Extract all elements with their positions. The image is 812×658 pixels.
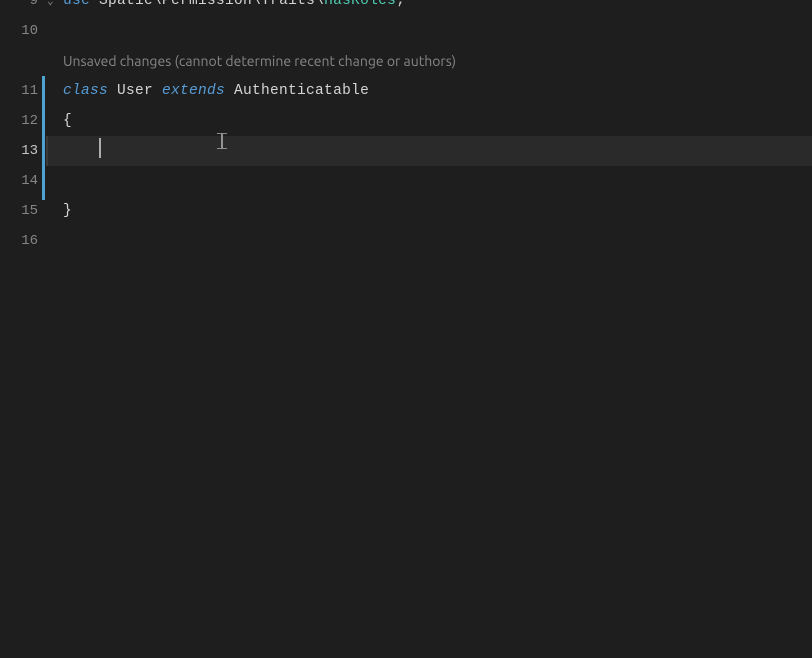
namespace-separator: \ <box>315 0 324 9</box>
namespace-separator: \ <box>252 0 261 9</box>
line-number: 10 <box>0 16 48 46</box>
parent-class: Authenticatable <box>225 83 369 99</box>
line-number: 14 <box>0 166 48 196</box>
code-line-empty[interactable] <box>48 166 812 196</box>
namespace-segment: Permission <box>162 0 252 9</box>
code-content-area[interactable]: use Spatie\Permission\Traits\HasRoles; U… <box>48 0 812 658</box>
brace-close: } <box>63 203 72 219</box>
git-blame-annotation: Unsaved changes (cannot determine recent… <box>48 46 812 76</box>
code-line-class-declaration[interactable]: class User extends Authenticatable <box>48 76 812 106</box>
line-number-annotation-spacer <box>0 46 48 76</box>
terminator: ; <box>396 0 405 9</box>
line-number: 11 <box>0 76 48 106</box>
keyword-class: class <box>63 83 108 99</box>
modification-indicator <box>42 76 45 200</box>
indentation <box>63 143 99 159</box>
line-number-active: 13 <box>0 136 48 166</box>
line-number: 9 <box>0 0 48 16</box>
code-line-active[interactable] <box>46 136 812 166</box>
code-editor[interactable]: ⌄ 9 10 11 12 13 14 15 16 use Spatie\Perm… <box>0 0 812 658</box>
line-number: 12 <box>0 106 48 136</box>
code-line-open-brace[interactable]: { <box>48 106 812 136</box>
keyword-extends: extends <box>162 83 225 99</box>
keyword-use: use <box>63 0 90 9</box>
code-line-close-brace[interactable]: } <box>48 196 812 226</box>
namespace-segment: Spatie <box>90 0 153 9</box>
brace-open: { <box>63 113 72 129</box>
code-line-use-statement[interactable]: use Spatie\Permission\Traits\HasRoles; <box>48 0 812 16</box>
code-line-empty[interactable] <box>48 226 812 256</box>
class-name: User <box>108 83 162 99</box>
text-cursor <box>99 138 101 158</box>
line-number: 15 <box>0 196 48 226</box>
namespace-segment: Traits <box>261 0 315 9</box>
namespace-separator: \ <box>153 0 162 9</box>
line-number-gutter: 9 10 11 12 13 14 15 16 <box>0 0 48 658</box>
class-reference: HasRoles <box>324 0 396 9</box>
code-line-empty[interactable] <box>48 16 812 46</box>
line-number: 16 <box>0 226 48 256</box>
